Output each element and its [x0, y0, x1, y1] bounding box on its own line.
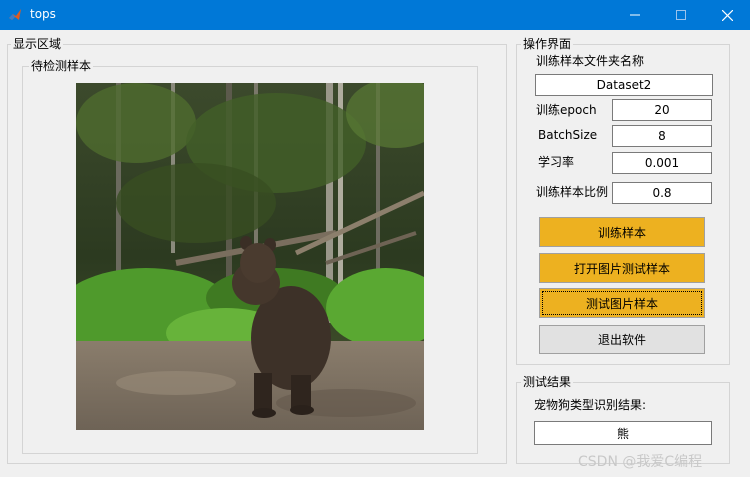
result-label: 宠物狗类型识别结果: [534, 398, 647, 412]
train-ratio-label: 训练样本比例 [536, 185, 609, 199]
display-area-title: 显示区域 [11, 37, 64, 51]
batchsize-input[interactable]: 8 [612, 125, 712, 147]
close-button[interactable] [704, 0, 750, 30]
open-image-button[interactable]: 打开图片测试样本 [539, 253, 705, 283]
title-bar: tops [0, 0, 750, 30]
folder-label: 训练样本文件夹名称 [536, 54, 645, 68]
minimize-icon [630, 14, 640, 16]
epoch-input[interactable]: 20 [612, 99, 712, 121]
test-image-button[interactable]: 测试图片样本 [539, 288, 705, 318]
batchsize-label: BatchSize [538, 128, 598, 142]
learning-rate-input[interactable]: 0.001 [612, 152, 712, 174]
sample-panel-title: 待检测样本 [29, 59, 94, 73]
maximize-button[interactable] [658, 0, 704, 30]
folder-input[interactable]: Dataset2 [535, 74, 713, 96]
csdn-watermark: CSDN @我爱C编程 [578, 454, 703, 470]
train-button[interactable]: 训练样本 [539, 217, 705, 247]
exit-button[interactable]: 退出软件 [539, 325, 705, 354]
epoch-label: 训练epoch [536, 103, 597, 117]
maximize-icon [676, 10, 686, 20]
learning-rate-label: 学习率 [538, 155, 575, 169]
matlab-logo-icon [9, 9, 21, 20]
window-title: tops [30, 7, 56, 21]
train-ratio-input[interactable]: 0.8 [612, 182, 712, 204]
close-icon [721, 9, 733, 21]
sample-image [76, 83, 424, 430]
result-panel-title: 测试结果 [521, 375, 574, 389]
result-value-field: 熊 [534, 421, 712, 445]
operation-panel-title: 操作界面 [521, 37, 574, 51]
minimize-button[interactable] [612, 0, 658, 30]
